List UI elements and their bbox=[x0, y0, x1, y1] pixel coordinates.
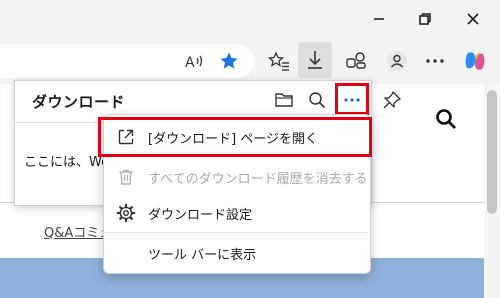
downloads-panel-title: ダウンロード bbox=[32, 93, 126, 111]
pin-icon bbox=[383, 91, 401, 109]
minimize-icon bbox=[374, 18, 384, 20]
restore-button[interactable] bbox=[402, 0, 448, 38]
profile-button[interactable] bbox=[380, 44, 414, 78]
close-icon bbox=[467, 13, 479, 25]
profile-icon bbox=[387, 51, 407, 71]
folder-icon bbox=[275, 93, 293, 107]
favorite-button[interactable] bbox=[212, 44, 246, 78]
settings-more-button[interactable] bbox=[418, 44, 452, 78]
favorites-button[interactable] bbox=[262, 44, 296, 78]
downloads-empty-text: ここには、We bbox=[24, 155, 104, 170]
svg-text:A: A bbox=[185, 55, 195, 70]
qa-community-link[interactable]: Q&Aコミュ bbox=[44, 222, 104, 241]
star-filled-icon bbox=[220, 52, 238, 69]
read-aloud-icon: A bbox=[185, 55, 203, 70]
download-icon bbox=[308, 51, 322, 69]
search-icon bbox=[436, 109, 456, 129]
page-search-button[interactable] bbox=[433, 106, 459, 132]
search-icon bbox=[309, 92, 326, 109]
restore-icon bbox=[419, 13, 431, 25]
menu-item-clear-history: すべてのダウンロード履歴を消去する bbox=[104, 158, 368, 196]
copilot-icon bbox=[465, 52, 485, 70]
menu-item-show-in-toolbar[interactable]: ツール バーに表示 bbox=[104, 234, 368, 272]
favorites-list-icon bbox=[268, 51, 289, 71]
trash-icon bbox=[119, 169, 133, 185]
menu-item-label: すべてのダウンロード履歴を消去する bbox=[148, 171, 368, 187]
ellipsis-icon bbox=[426, 59, 444, 63]
extensions-button[interactable] bbox=[339, 44, 373, 78]
more-options-highlight bbox=[335, 83, 369, 115]
menu-separator bbox=[104, 232, 368, 233]
copilot-button[interactable] bbox=[458, 44, 492, 78]
extensions-icon bbox=[346, 52, 366, 69]
downloads-button[interactable] bbox=[298, 42, 332, 78]
menu-item-label: ツール バーに表示 bbox=[148, 247, 257, 263]
gear-icon bbox=[116, 203, 136, 223]
pin-downloads-button[interactable] bbox=[378, 86, 406, 114]
open-downloads-page-highlight bbox=[98, 117, 372, 157]
menu-item-download-settings[interactable]: ダウンロード設定 bbox=[104, 194, 368, 232]
open-downloads-folder-button[interactable] bbox=[270, 86, 298, 114]
search-downloads-button[interactable] bbox=[303, 86, 331, 114]
read-aloud-button[interactable]: A bbox=[178, 44, 212, 78]
menu-item-label: ダウンロード設定 bbox=[148, 207, 253, 223]
close-window-button[interactable] bbox=[450, 0, 496, 38]
page-scrollbar-thumb[interactable] bbox=[487, 90, 497, 214]
minimize-button[interactable] bbox=[356, 0, 402, 38]
